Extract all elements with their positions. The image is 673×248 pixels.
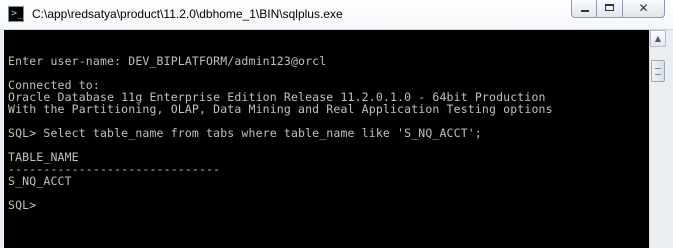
maximize-icon: [605, 4, 614, 11]
console-output[interactable]: Enter user-name: DEV_BIPLATFORM/admin123…: [4, 30, 649, 248]
title-bar[interactable]: >_ C:\app\redsatya\product\11.2.0\dbhome…: [0, 0, 673, 30]
window-title: C:\app\redsatya\product\11.2.0\dbhome_1\…: [32, 7, 343, 21]
console-prompt-line[interactable]: SQL>: [8, 199, 649, 211]
scroll-up-button[interactable]: ▲: [650, 30, 666, 47]
window-frame-right: [666, 30, 673, 248]
sqlplus-window: >_ C:\app\redsatya\product\11.2.0\dbhome…: [0, 0, 673, 248]
minimize-icon: [581, 10, 589, 12]
chevron-up-icon: ▲: [654, 34, 662, 43]
console-prompt-glyph: >_: [11, 8, 24, 19]
maximize-button[interactable]: [597, 0, 623, 18]
console-line: Enter user-name: DEV_BIPLATFORM/admin123…: [8, 54, 327, 68]
close-icon: ✕: [638, 1, 649, 15]
vertical-scrollbar[interactable]: ▲: [649, 30, 666, 248]
minimize-button[interactable]: [571, 0, 597, 18]
console-line: With the Partitioning, OLAP, Data Mining…: [8, 102, 553, 116]
scroll-thumb[interactable]: [651, 60, 665, 82]
close-button[interactable]: ✕: [623, 0, 665, 18]
console-line: SQL> Select table_name from tabs where t…: [8, 126, 482, 140]
window-controls: ✕: [571, 0, 665, 20]
console-app-icon[interactable]: >_: [8, 6, 24, 22]
console-line: ------------------------------: [8, 162, 221, 176]
console-line: S_NQ_ACCT: [8, 174, 72, 188]
